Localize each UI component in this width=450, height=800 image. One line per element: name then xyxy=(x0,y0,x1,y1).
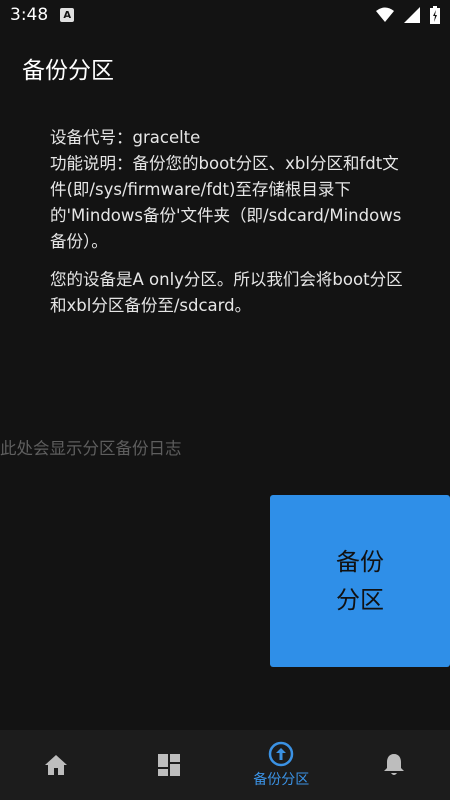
status-indicators xyxy=(376,6,440,24)
status-bar: 3:48 A xyxy=(0,0,450,30)
dashboard-icon xyxy=(157,754,180,776)
backup-partition-button[interactable]: 备份 分区 xyxy=(270,495,450,667)
backup-button-line2: 分区 xyxy=(336,586,384,614)
nav-backup[interactable]: 备份分区 xyxy=(225,730,338,800)
bell-icon xyxy=(383,754,404,775)
nav-notifications[interactable] xyxy=(338,730,450,800)
device-info: 设备代号：gracelte 功能说明：备份您的boot分区、xbl分区和fdt文… xyxy=(50,125,410,331)
status-time: 3:48 xyxy=(10,5,49,25)
page-title: 备份分区 xyxy=(22,58,114,84)
backup-button-line1: 备份 xyxy=(336,548,384,576)
app-bar: 备份分区 xyxy=(0,40,450,96)
device-codename: 设备代号：gracelte xyxy=(50,128,201,147)
wifi-icon xyxy=(376,7,394,22)
home-icon xyxy=(45,755,68,775)
battery-icon xyxy=(430,6,440,24)
signal-icon xyxy=(404,7,420,23)
upload-icon xyxy=(269,741,294,767)
backup-log: 此处会显示分区备份日志 xyxy=(0,439,182,458)
nav-dashboard[interactable] xyxy=(113,730,226,800)
app-notification-icon: A xyxy=(60,8,75,22)
feature-description: 功能说明：备份您的boot分区、xbl分区和fdt文件(即/sys/firmwa… xyxy=(50,154,402,251)
bottom-navigation: 备份分区 xyxy=(0,730,450,800)
partition-info: 您的设备是A only分区。所以我们会将boot分区和xbl分区备份至/sdca… xyxy=(50,270,403,315)
nav-home[interactable] xyxy=(0,730,113,800)
nav-backup-label: 备份分区 xyxy=(253,772,310,788)
